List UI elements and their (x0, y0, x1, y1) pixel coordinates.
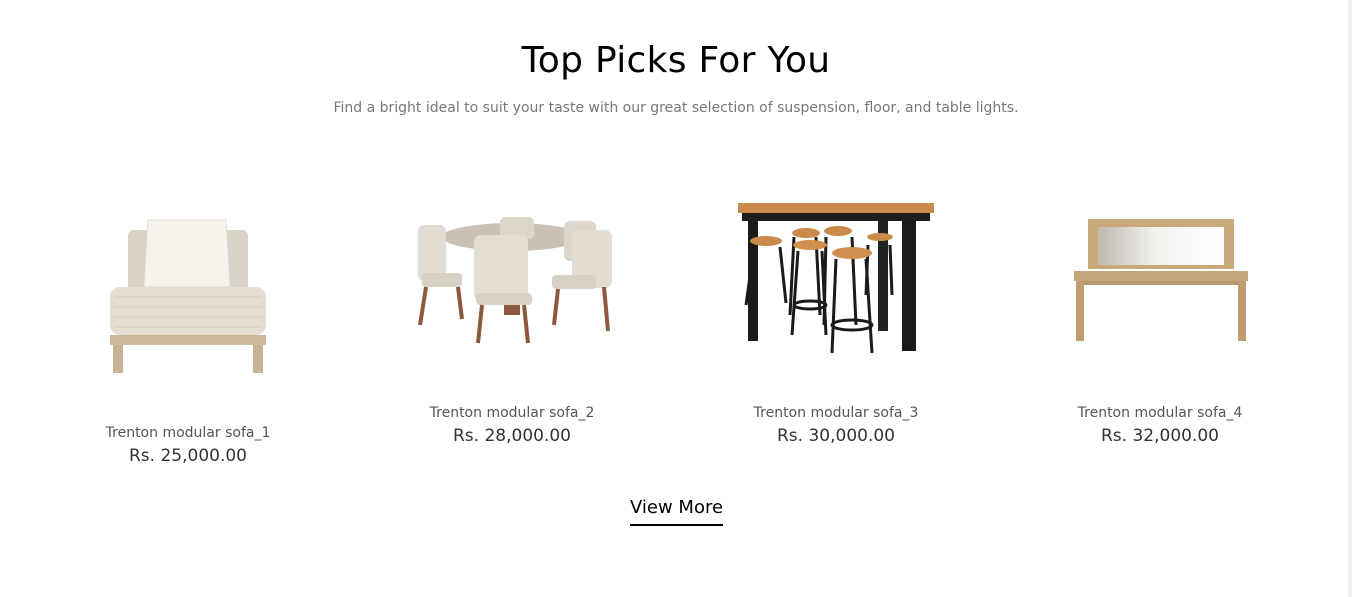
product-image-round-dining-table-set[interactable] (382, 175, 642, 375)
product-name[interactable]: Trenton modular sofa_3 (706, 403, 966, 423)
product-image-bar-table-with-stools[interactable] (706, 175, 966, 375)
product-price: Rs. 30,000.00 (777, 426, 895, 446)
product-card[interactable]: Trenton modular sofa_3 Rs. 30,000.00 (706, 175, 966, 446)
product-price: Rs. 25,000.00 (129, 446, 247, 466)
scrollbar-track[interactable] (1348, 0, 1352, 597)
product-name[interactable]: Trenton modular sofa_4 (1030, 403, 1290, 423)
section-subtitle: Find a bright ideal to suit your taste w… (333, 100, 1019, 116)
product-card[interactable]: Trenton modular sofa_4 Rs. 32,000.00 (1030, 175, 1290, 446)
product-image-armless-sofa-chair[interactable] (58, 175, 318, 375)
product-card[interactable]: Trenton modular sofa_1 Rs. 25,000.00 (58, 175, 318, 466)
product-price: Rs. 32,000.00 (1101, 426, 1219, 446)
product-card[interactable]: Trenton modular sofa_2 Rs. 28,000.00 (382, 175, 642, 446)
view-more-link[interactable]: View More (630, 497, 724, 526)
product-price: Rs. 28,000.00 (453, 426, 571, 446)
section-title: Top Picks For You (521, 40, 831, 81)
product-name[interactable]: Trenton modular sofa_1 (58, 423, 318, 443)
product-name[interactable]: Trenton modular sofa_2 (382, 403, 642, 423)
product-image-console-table-with-mirror[interactable] (1030, 175, 1290, 375)
